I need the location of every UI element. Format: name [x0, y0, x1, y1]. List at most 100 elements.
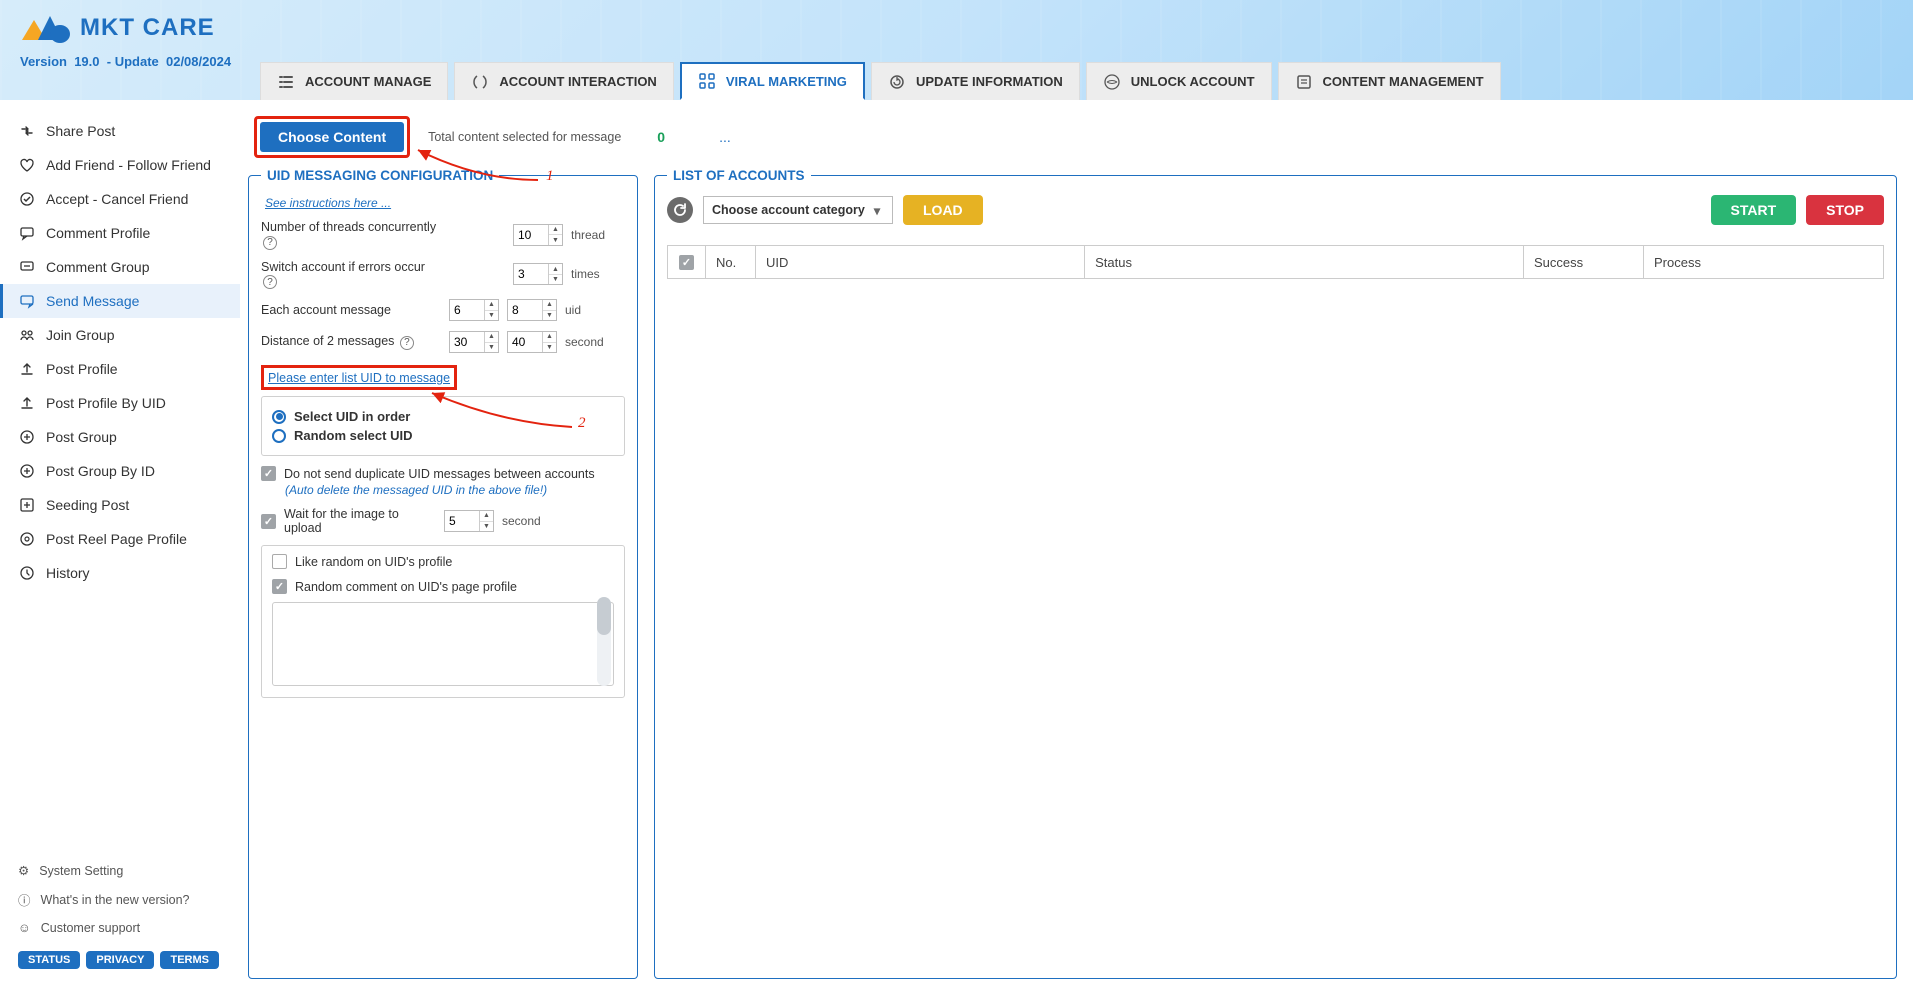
upload-uid-icon	[18, 394, 36, 412]
history-icon	[18, 564, 36, 582]
distance-from-spinner[interactable]: ▲▼	[449, 331, 499, 353]
account-category-select[interactable]: Choose account category ▾	[703, 196, 893, 224]
random-comment-checkbox[interactable]	[272, 579, 287, 594]
radio-random-select[interactable]: Random select UID	[272, 428, 614, 443]
top-tabs: ACCOUNT MANAGE ACCOUNT INTERACTION VIRAL…	[260, 62, 1501, 100]
post-group-id-icon	[18, 462, 36, 480]
help-icon[interactable]: ?	[263, 275, 277, 289]
tab-update-information[interactable]: UPDATE INFORMATION	[871, 62, 1080, 100]
like-random-checkbox[interactable]	[272, 554, 287, 569]
tab-viral-marketing[interactable]: VIRAL MARKETING	[680, 62, 865, 100]
post-group-icon	[18, 428, 36, 446]
sidebar-item-post-profile-uid[interactable]: Post Profile By UID	[0, 386, 240, 420]
wait-upload-checkbox[interactable]	[261, 514, 276, 529]
sidebar-item-share-post[interactable]: Share Post	[0, 114, 240, 148]
each-msg-to-spinner[interactable]: ▲▼	[507, 299, 557, 321]
sidebar-item-seeding-post[interactable]: Seeding Post	[0, 488, 240, 522]
instructions-link[interactable]: See instructions here ...	[261, 196, 391, 210]
link-whats-new[interactable]: ⓘ What's in the new version?	[18, 884, 222, 915]
logo-icon	[20, 12, 72, 44]
selected-count: 0	[657, 129, 665, 145]
sidebar: Share Post Add Friend - Follow Friend Ac…	[0, 100, 240, 993]
sidebar-item-accept-cancel[interactable]: Accept - Cancel Friend	[0, 182, 240, 216]
app-header: MKT CARE Version 19.0 - Update 02/08/202…	[0, 0, 1913, 100]
col-checkbox	[668, 246, 706, 279]
uid-config-legend: UID MESSAGING CONFIGURATION	[261, 168, 499, 183]
sidebar-item-post-group[interactable]: Post Group	[0, 420, 240, 454]
check-user-icon	[18, 190, 36, 208]
interaction-icon	[471, 73, 489, 91]
row-wait-upload: Wait for the image to upload ▲▼ second	[261, 507, 625, 535]
heart-plus-icon	[18, 156, 36, 174]
support-icon: ☺	[18, 921, 31, 935]
badge-status[interactable]: STATUS	[18, 951, 80, 969]
accounts-panel: LIST OF ACCOUNTS Choose account category…	[654, 168, 1897, 979]
sidebar-item-join-group[interactable]: Join Group	[0, 318, 240, 352]
sidebar-footer: ⚙ System Setting ⓘ What's in the new ver…	[0, 847, 240, 979]
accounts-table: No. UID Status Success Process	[667, 245, 1884, 279]
scrollbar[interactable]	[597, 597, 611, 686]
sidebar-item-comment-profile[interactable]: Comment Profile	[0, 216, 240, 250]
each-msg-from-spinner[interactable]: ▲▼	[449, 299, 499, 321]
chevron-down-icon: ▾	[868, 203, 886, 218]
row-no-duplicate: Do not send duplicate UID messages betwe…	[261, 466, 625, 481]
sidebar-item-send-message[interactable]: Send Message	[0, 284, 240, 318]
uid-link-highlight: Please enter list UID to message	[261, 365, 457, 390]
options-box: Like random on UID's profile Random comm…	[261, 545, 625, 698]
uid-order-radio-box: Select UID in order Random select UID 2	[261, 396, 625, 456]
tab-account-manage[interactable]: ACCOUNT MANAGE	[260, 62, 448, 100]
help-icon[interactable]: ?	[263, 236, 277, 250]
row-distance: Distance of 2 messages ? ▲▼ ▲▼ second	[261, 331, 625, 353]
sidebar-item-history[interactable]: History	[0, 556, 240, 590]
sidebar-item-post-group-id[interactable]: Post Group By ID	[0, 454, 240, 488]
threads-spinner[interactable]: ▲▼	[513, 224, 563, 246]
no-duplicate-checkbox[interactable]	[261, 466, 276, 481]
sidebar-item-post-profile[interactable]: Post Profile	[0, 352, 240, 386]
topline: Choose Content Total content selected fo…	[248, 110, 1897, 168]
link-customer-support[interactable]: ☺ Customer support	[18, 915, 222, 941]
help-icon[interactable]: ?	[400, 336, 414, 350]
version-line: Version 19.0 - Update 02/08/2024	[20, 54, 231, 69]
tab-content-management[interactable]: CONTENT MANAGEMENT	[1278, 62, 1501, 100]
gear-icon: ⚙	[18, 863, 29, 878]
start-button[interactable]: START	[1711, 195, 1797, 225]
sidebar-item-add-friend[interactable]: Add Friend - Follow Friend	[0, 148, 240, 182]
col-uid: UID	[756, 246, 1085, 279]
enter-uid-link[interactable]: Please enter list UID to message	[268, 371, 450, 385]
auto-delete-note: (Auto delete the messaged UID in the abo…	[285, 483, 625, 497]
scrollbar-thumb[interactable]	[597, 597, 611, 635]
selected-label: Total content selected for message	[428, 130, 621, 144]
accounts-legend: LIST OF ACCOUNTS	[667, 168, 811, 183]
refresh-circle-icon	[888, 73, 906, 91]
badge-privacy[interactable]: PRIVACY	[86, 951, 154, 969]
badge-terms[interactable]: TERMS	[160, 951, 219, 969]
tab-account-interaction[interactable]: ACCOUNT INTERACTION	[454, 62, 673, 100]
uid-config-panel: UID MESSAGING CONFIGURATION See instruct…	[248, 168, 638, 979]
unlock-icon	[1103, 73, 1121, 91]
send-message-icon	[18, 292, 36, 310]
wait-upload-spinner[interactable]: ▲▼	[444, 510, 494, 532]
refresh-button[interactable]	[667, 197, 693, 223]
radio-icon	[272, 410, 286, 424]
document-icon	[1295, 73, 1313, 91]
grid-icon	[698, 72, 716, 90]
seeding-icon	[18, 496, 36, 514]
col-success: Success	[1524, 246, 1644, 279]
stop-button[interactable]: STOP	[1806, 195, 1884, 225]
load-button[interactable]: LOAD	[903, 195, 983, 225]
comment-icon	[18, 224, 36, 242]
col-no: No.	[706, 246, 756, 279]
col-status: Status	[1085, 246, 1524, 279]
distance-to-spinner[interactable]: ▲▼	[507, 331, 557, 353]
comment-group-icon	[18, 258, 36, 276]
switch-errors-spinner[interactable]: ▲▼	[513, 263, 563, 285]
radio-select-in-order[interactable]: Select UID in order	[272, 409, 614, 424]
comment-textarea[interactable]	[272, 602, 614, 686]
sidebar-item-comment-group[interactable]: Comment Group	[0, 250, 240, 284]
choose-content-highlight: Choose Content	[254, 116, 410, 158]
tab-unlock-account[interactable]: UNLOCK ACCOUNT	[1086, 62, 1272, 100]
sidebar-item-post-reel[interactable]: Post Reel Page Profile	[0, 522, 240, 556]
choose-content-button[interactable]: Choose Content	[260, 122, 404, 152]
select-all-checkbox[interactable]	[679, 255, 694, 270]
link-system-setting[interactable]: ⚙ System Setting	[18, 857, 222, 884]
